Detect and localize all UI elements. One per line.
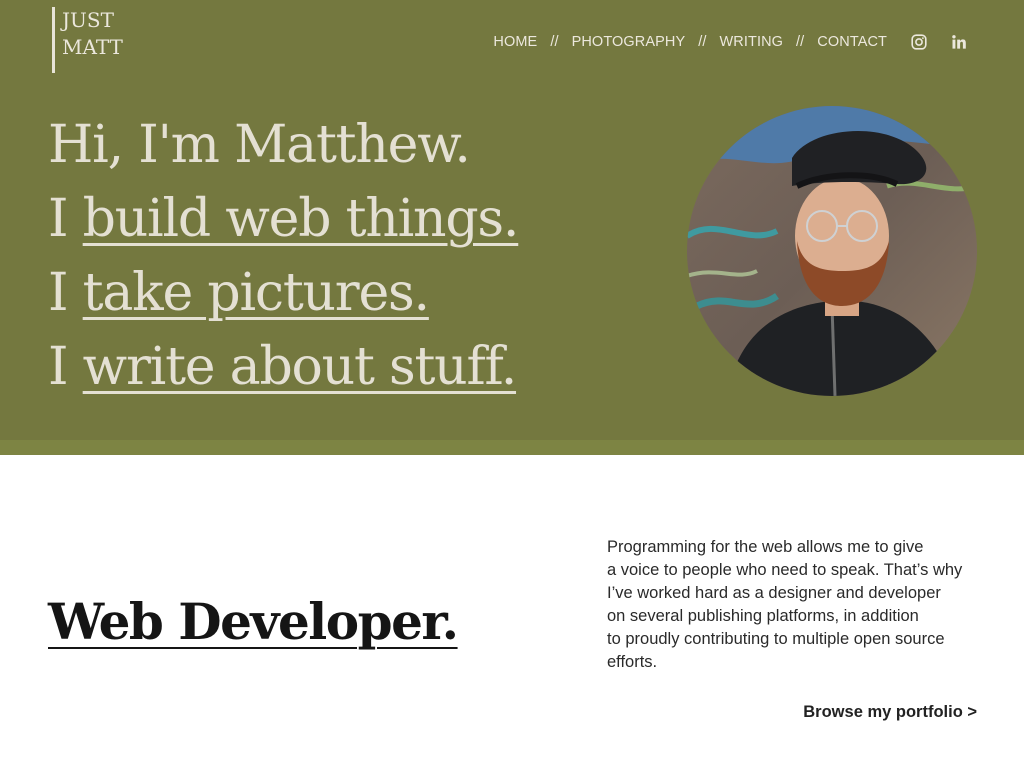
- nav-separator: //: [550, 34, 559, 50]
- write-about-stuff-link[interactable]: write about stuff.: [83, 337, 518, 397]
- hero-greeting: Hi, I'm Matthew.: [48, 115, 471, 175]
- linkedin-icon[interactable]: [950, 33, 968, 51]
- hero-headline: Hi, I'm Matthew. I build web things. I t…: [48, 108, 520, 404]
- logo-line-2: MATT: [62, 35, 123, 59]
- logo-line-1: JUST: [62, 8, 114, 32]
- profile-photo: [687, 106, 977, 396]
- nav-writing[interactable]: WRITING: [720, 34, 784, 50]
- nav-separator: //: [796, 34, 805, 50]
- main-nav: HOME // PHOTOGRAPHY // WRITING // CONTAC…: [493, 32, 968, 52]
- paragraph-line: on several publishing platforms, in addi…: [607, 607, 919, 625]
- paragraph-line: to proudly contributing to multiple open…: [607, 630, 945, 648]
- nav-home[interactable]: HOME: [493, 34, 537, 50]
- hero-bottom-border: [0, 440, 1024, 455]
- section-title: Web Developer.: [48, 590, 459, 654]
- nav-contact[interactable]: CONTACT: [817, 34, 887, 50]
- paragraph-line: Programming for the web allows me to giv…: [607, 538, 924, 556]
- hero-prefix: I: [48, 263, 83, 323]
- section-paragraph: Programming for the web allows me to giv…: [607, 536, 987, 674]
- nav-photography[interactable]: PHOTOGRAPHY: [572, 34, 686, 50]
- instagram-icon[interactable]: [910, 33, 928, 51]
- browse-portfolio-link[interactable]: Browse my portfolio >: [803, 703, 977, 722]
- hero-line-write: I write about stuff.: [48, 330, 518, 404]
- hero-line-pictures: I take pictures.: [48, 256, 518, 330]
- hero-prefix: I: [48, 337, 83, 397]
- paragraph-line: efforts.: [607, 653, 658, 671]
- build-web-things-link[interactable]: build web things.: [83, 189, 520, 249]
- hero-prefix: I: [48, 189, 83, 249]
- hero-line-build: I build web things.: [48, 182, 520, 256]
- paragraph-line: a voice to people who need to speak. Tha…: [607, 561, 963, 579]
- nav-separator: //: [698, 34, 707, 50]
- web-developer-link[interactable]: Web Developer.: [48, 592, 459, 651]
- site-logo[interactable]: JUST MATT: [52, 7, 123, 73]
- take-pictures-link[interactable]: take pictures.: [83, 263, 430, 323]
- paragraph-line: I’ve worked hard as a designer and devel…: [607, 584, 941, 602]
